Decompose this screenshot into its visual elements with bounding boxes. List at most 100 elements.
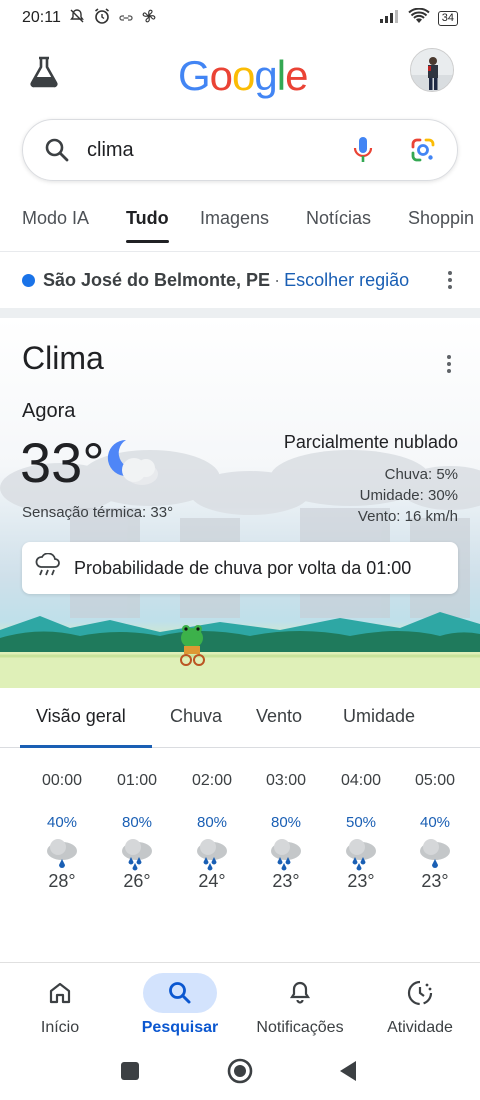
rain-cloud-icon: [34, 552, 62, 584]
search-icon: [143, 973, 217, 1013]
hourly-item: 00:00 40% 28°: [32, 772, 92, 892]
humidity: Umidade: 30%: [359, 487, 458, 504]
back-button[interactable]: [338, 1060, 358, 1087]
signal-icon: [379, 9, 400, 28]
hour-time: 04:00: [340, 772, 382, 789]
rain-forecast-text: Probabilidade de chuva por volta da 01:0…: [74, 557, 412, 578]
hourly-item: 04:00 50% 23°: [331, 772, 391, 892]
hour-rain-chance: 80%: [270, 814, 302, 831]
choose-region-link[interactable]: Escolher região: [284, 270, 409, 291]
labs-flask-icon[interactable]: [24, 52, 64, 92]
status-bar: 20:11 34: [0, 0, 480, 36]
hour-time: 01:00: [116, 772, 158, 789]
night-rain-icon: [42, 837, 82, 871]
heavy-rain-icon: [266, 837, 306, 871]
weather-more-icon[interactable]: [439, 350, 459, 378]
hour-rain-chance: 50%: [345, 814, 377, 831]
microphone-icon[interactable]: [347, 134, 379, 166]
weather-card: Clima Agora 33° Sensação térmica: 33° Pa…: [0, 318, 480, 688]
bell-icon: [263, 973, 337, 1013]
nav-search[interactable]: Pesquisar: [120, 973, 240, 1037]
search-bar[interactable]: clima: [22, 119, 458, 181]
hour-time: 05:00: [414, 772, 456, 789]
nav-label: Pesquisar: [141, 1019, 219, 1036]
bottom-navigation: Início Pesquisar Notificações Atividade: [0, 962, 480, 1044]
weather-title: Clima: [22, 340, 104, 376]
recent-apps-button[interactable]: [120, 1061, 140, 1086]
tab-imagens[interactable]: Imagens: [200, 196, 269, 241]
rain-chance: Chuva: 5%: [384, 466, 458, 483]
google-lens-icon[interactable]: [407, 134, 439, 166]
tab-noticias[interactable]: Notícias: [306, 196, 371, 241]
activity-icon: [383, 973, 457, 1013]
hour-temp: 23°: [272, 871, 300, 891]
fan-icon: [141, 8, 157, 28]
heavy-rain-icon: [117, 837, 157, 871]
link-icon: [119, 10, 133, 27]
heavy-rain-icon: [341, 837, 381, 871]
hourly-item: 01:00 80% 26°: [107, 772, 167, 892]
hourly-item: 03:00 80% 23°: [256, 772, 316, 892]
nav-label: Atividade: [387, 1019, 453, 1036]
tab-chuva[interactable]: Chuva: [170, 706, 222, 727]
tab-tudo[interactable]: Tudo: [126, 196, 169, 243]
tab-shopping[interactable]: Shoppin: [408, 196, 474, 241]
hour-time: 00:00: [41, 772, 83, 789]
location-dot-icon: [22, 273, 35, 287]
nav-activity[interactable]: Atividade: [360, 973, 480, 1037]
nav-home[interactable]: Início: [0, 973, 120, 1037]
search-tabs: Modo IA Tudo Imagens Notícias Shoppin: [0, 196, 480, 252]
light-rain-icon: [415, 837, 455, 871]
hourly-item: 02:00 80% 24°: [182, 772, 242, 892]
location-more-icon[interactable]: [440, 266, 460, 294]
feels-like: Sensação térmica: 33°: [22, 504, 174, 521]
section-divider: [0, 308, 480, 318]
avatar[interactable]: [410, 48, 454, 92]
heavy-rain-icon: [192, 837, 232, 871]
hour-temp: 26°: [123, 871, 151, 891]
search-icon: [41, 134, 73, 166]
home-button[interactable]: [227, 1058, 253, 1089]
clock: 20:11: [22, 9, 61, 26]
hour-rain-chance: 80%: [121, 814, 153, 831]
hour-time: 03:00: [265, 772, 307, 789]
top-bar: Google: [0, 44, 480, 104]
current-temperature: 33°: [20, 431, 105, 494]
google-logo: Google: [178, 52, 308, 99]
rain-forecast-banner: Probabilidade de chuva por volta da 01:0…: [22, 542, 458, 594]
tab-vento[interactable]: Vento: [256, 706, 302, 727]
nav-notifications[interactable]: Notificações: [240, 973, 360, 1037]
wind: Vento: 16 km/h: [357, 508, 458, 525]
hour-temp: 23°: [347, 871, 375, 891]
location-name: São José do Belmonte, PE: [43, 269, 271, 290]
hour-rain-chance: 40%: [46, 814, 78, 831]
hour-temp: 24°: [198, 871, 226, 891]
weather-details: Chuva: 5% Umidade: 30% Vento: 16 km/h: [358, 464, 458, 527]
system-navigation: [0, 1044, 480, 1100]
bell-off-icon: [69, 8, 85, 28]
hour-temp: 28°: [48, 871, 76, 891]
search-input[interactable]: clima: [87, 139, 347, 162]
tab-visao-geral[interactable]: Visão geral: [36, 706, 126, 727]
hour-time: 02:00: [191, 772, 233, 789]
hour-rain-chance: 80%: [196, 814, 228, 831]
alarm-icon: [93, 7, 111, 29]
nav-label: Início: [40, 1019, 80, 1036]
active-tab-indicator: [20, 745, 152, 748]
landscape-illustration: [0, 612, 480, 688]
location-separator: ·: [274, 269, 281, 290]
hourly-item: 05:00 40% 23°: [405, 772, 465, 892]
tab-umidade[interactable]: Umidade: [343, 706, 415, 727]
location-row: São José do Belmonte, PE · Escolher regi…: [0, 262, 480, 298]
battery-icon: 34: [437, 10, 458, 26]
wifi-icon: [408, 7, 430, 29]
weather-view-tabs: Visão geral Chuva Vento Umidade: [0, 696, 480, 748]
hour-temp: 23°: [421, 871, 449, 891]
partly-cloudy-night-icon: [104, 438, 160, 488]
hour-rain-chance: 40%: [419, 814, 451, 831]
now-label: Agora: [22, 400, 76, 422]
nav-label: Notificações: [256, 1019, 344, 1036]
weather-condition: Parcialmente nublado: [283, 432, 458, 452]
tab-modo-ia[interactable]: Modo IA: [22, 196, 89, 241]
hourly-forecast[interactable]: 00:00 40% 28° 01:00 80% 26° 02:00 80% 24…: [0, 772, 480, 932]
